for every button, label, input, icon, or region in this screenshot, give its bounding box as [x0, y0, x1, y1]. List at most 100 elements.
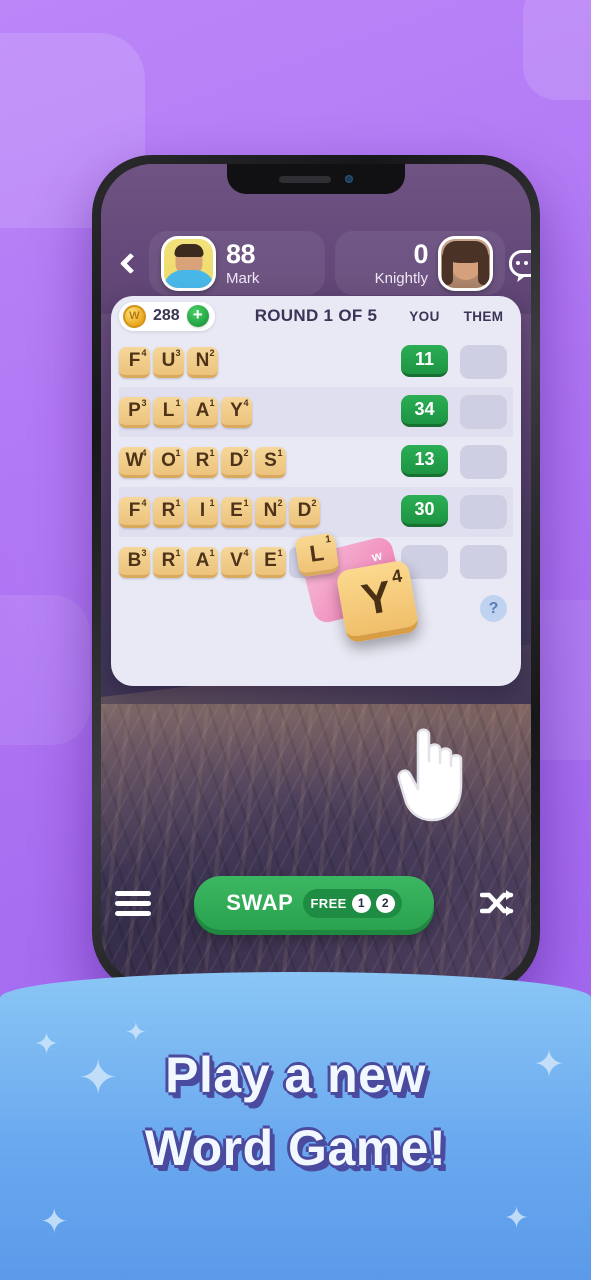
- letter-tile[interactable]: R1: [153, 546, 184, 578]
- game-bottom-bar: SWAP FREE 1 2: [101, 868, 531, 938]
- letter-tile[interactable]: Y4: [221, 396, 252, 428]
- tile-value: 2: [277, 497, 283, 508]
- player-score-me: 88: [226, 238, 256, 269]
- word-tiles-play: P3 L1 A1 Y4: [119, 396, 252, 428]
- row-scores: 11: [401, 345, 513, 379]
- letter-tile[interactable]: I1: [187, 496, 218, 528]
- letter-tile[interactable]: D2: [289, 496, 320, 528]
- sparkle-icon: ✦: [125, 1017, 147, 1047]
- tile-letter: N: [195, 349, 210, 371]
- tile-letter: S: [264, 449, 277, 471]
- tile-value: 1: [209, 447, 215, 458]
- table-row[interactable]: F4 U3 N2 11: [119, 337, 513, 387]
- letter-tile[interactable]: E1: [221, 496, 252, 528]
- tile-value: 4: [141, 497, 147, 508]
- decor-square-top-right: [523, 0, 591, 100]
- table-row[interactable]: P3 L1 A1 Y4 34: [119, 387, 513, 437]
- letter-tile[interactable]: F4: [119, 346, 150, 378]
- score-them: [460, 445, 507, 479]
- shuffle-button[interactable]: [477, 889, 517, 917]
- tile-value: 1: [277, 547, 283, 558]
- avatar-hair-left: [442, 250, 453, 285]
- sparkle-icon: ✦: [503, 1202, 529, 1235]
- tile-value: 1: [243, 497, 249, 508]
- dragging-tile-l[interactable]: L 1: [294, 532, 340, 578]
- letter-tile[interactable]: U3: [153, 346, 184, 378]
- player-name-me: Mark: [226, 269, 260, 287]
- column-header-you: YOU: [409, 308, 440, 324]
- coin-count: 288: [153, 307, 180, 324]
- letter-tile[interactable]: B3: [119, 546, 150, 578]
- word-tiles-bravely: B3 R1 A1 V4 E1: [119, 546, 320, 578]
- letter-tile[interactable]: R1: [187, 446, 218, 478]
- score-them: [460, 495, 507, 529]
- column-header-them: THEM: [463, 308, 504, 324]
- player-card-me[interactable]: 88 Mark: [149, 231, 325, 295]
- back-button[interactable]: [113, 240, 147, 286]
- row-scores: 13: [401, 445, 513, 479]
- front-camera: [345, 175, 353, 183]
- tile-value: 1: [175, 397, 181, 408]
- letter-tile[interactable]: N2: [255, 496, 286, 528]
- tile-value: 2: [311, 497, 317, 508]
- letter-tile[interactable]: R1: [153, 496, 184, 528]
- word-rows: F4 U3 N2 11 P3 L1 A1 Y 4 34 W 4 O 1 R 1 …: [111, 336, 521, 644]
- tile-value: 1: [277, 447, 283, 458]
- add-coins-button[interactable]: +: [186, 305, 209, 327]
- letter-tile[interactable]: V4: [221, 546, 252, 578]
- tile-letter: U: [161, 349, 176, 371]
- letter-tile[interactable]: P3: [119, 396, 150, 428]
- tile-letter: F: [128, 499, 141, 521]
- tile-letter: L: [162, 399, 175, 421]
- letter-tile[interactable]: L1: [153, 396, 184, 428]
- free-count-1: 1: [351, 893, 371, 913]
- tile-letter: Y: [358, 571, 396, 625]
- tile-value: 4: [390, 565, 404, 587]
- promo-text: Play a new Word Game!: [0, 1046, 591, 1178]
- table-row[interactable]: B3 R1 A1 V4 E1 w L 1 Y 4: [119, 532, 513, 644]
- player-card-opponent[interactable]: 0 Knightly: [335, 231, 505, 295]
- letter-tile[interactable]: S1: [255, 446, 286, 478]
- score-them: [460, 545, 507, 579]
- promo-line-1: Play a new: [165, 1047, 426, 1103]
- word-tiles-friend: F4 R1 I1 E1 N2 D2: [119, 496, 320, 528]
- letter-tile[interactable]: E1: [255, 546, 286, 578]
- avatar-mark: [161, 235, 216, 291]
- coin-balance[interactable]: W 288 +: [119, 301, 215, 331]
- avatar-knightly: [438, 235, 493, 291]
- letter-tile[interactable]: D2: [221, 446, 252, 478]
- letter-tile[interactable]: W4: [119, 446, 150, 478]
- letter-tile[interactable]: F4: [119, 496, 150, 528]
- tile-letter: D: [229, 449, 244, 471]
- letter-tile[interactable]: A1: [187, 546, 218, 578]
- tile-letter: L: [307, 538, 326, 567]
- hint-button[interactable]: ?: [480, 595, 507, 622]
- score-them: [460, 395, 507, 429]
- tile-letter: R: [195, 449, 210, 471]
- table-row[interactable]: F4 R1 I1 E1 N2 D2 30: [119, 487, 513, 537]
- word-tiles-words: W4 O1 R1 D2 S1: [119, 446, 286, 478]
- chat-button[interactable]: [505, 242, 531, 284]
- sparkle-icon: ✦: [40, 1203, 69, 1241]
- table-row[interactable]: W4 O1 R1 D2 S1 13: [119, 437, 513, 487]
- word-tiles-fun: F4 U3 N2: [119, 346, 218, 378]
- tile-value: 1: [324, 533, 332, 546]
- tile-letter: D: [297, 499, 312, 521]
- promo-banner: ✦ ✦ ✦ ✦ ✦ ✦ Play a new Word Game!: [0, 972, 591, 1280]
- earpiece-speaker: [279, 175, 331, 183]
- chat-bubble-icon: [509, 249, 531, 277]
- tile-letter: F: [128, 349, 141, 371]
- row-scores: 34: [401, 395, 513, 429]
- letter-tile[interactable]: N2: [187, 346, 218, 378]
- decor-square-mid-left: [0, 595, 90, 745]
- tile-letter: R: [161, 499, 176, 521]
- tile-letter: E: [230, 499, 243, 521]
- tile-value: 3: [141, 547, 147, 558]
- hamburger-menu-icon[interactable]: [115, 890, 151, 916]
- panel-header: W 288 + ROUND 1 OF 5 YOU THEM: [111, 296, 521, 336]
- letter-tile[interactable]: O1: [153, 446, 184, 478]
- phone-notch: [227, 164, 405, 194]
- swap-button[interactable]: SWAP FREE 1 2: [194, 876, 434, 930]
- letter-tile[interactable]: A1: [187, 396, 218, 428]
- dragging-tile-y[interactable]: Y 4: [335, 559, 420, 644]
